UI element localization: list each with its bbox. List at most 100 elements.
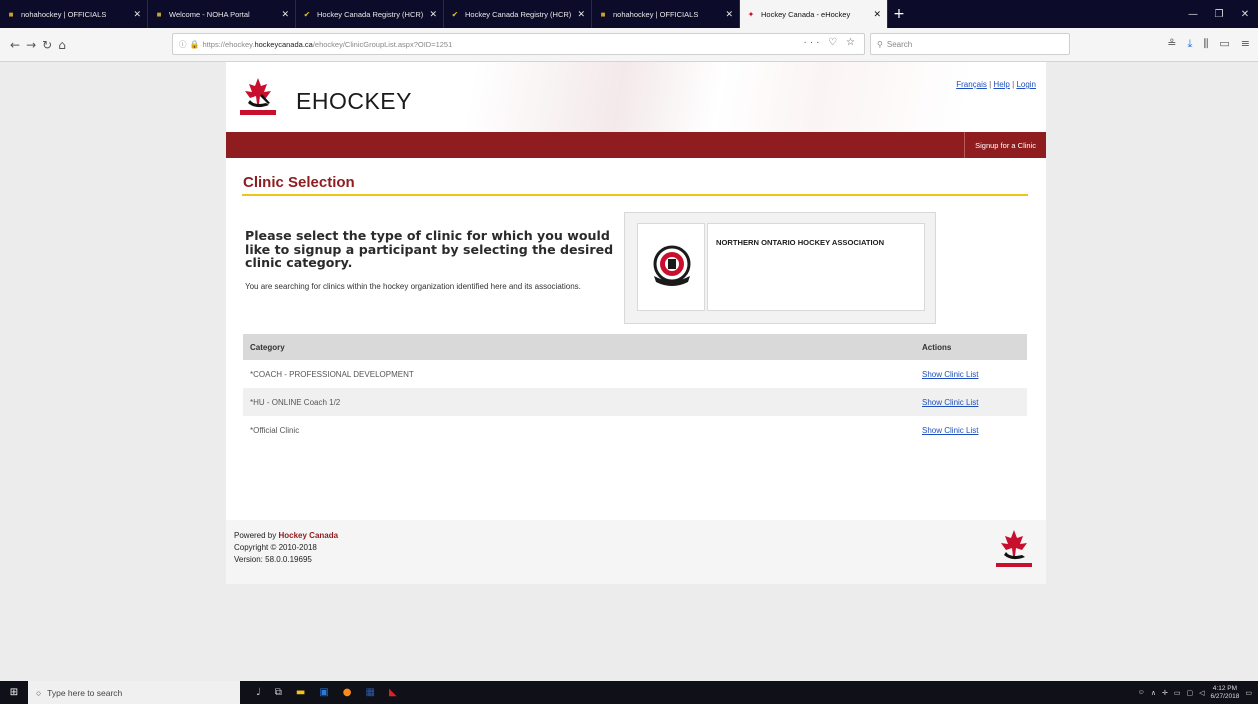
close-tab-icon[interactable]: ✕: [725, 9, 733, 20]
file-explorer-icon[interactable]: ▬: [296, 687, 305, 698]
tab-title: Hockey Canada Registry (HCR): [317, 9, 424, 19]
back-icon[interactable]: ←: [10, 38, 20, 52]
reload-icon[interactable]: ↻: [42, 38, 52, 52]
hockey-favicon-icon: ■: [156, 9, 162, 19]
footer-text: Powered by Hockey Canada Copyright © 201…: [234, 530, 338, 566]
show-clinic-list-link[interactable]: Show Clinic List: [922, 398, 978, 407]
browser-nav-bar: ← → ↻ ⌂ ⓘ 🔒 https://ehockey. hockeycanad…: [0, 28, 1258, 62]
browser-tab[interactable]: ■ nohahockey | OFFICIALS ✕: [0, 0, 148, 28]
sidebar-icon[interactable]: ▭: [1219, 37, 1229, 51]
tab-title: nohahockey | OFFICIALS: [21, 9, 107, 19]
new-tab-button[interactable]: +: [888, 0, 910, 28]
close-tab-icon[interactable]: ✕: [281, 9, 289, 20]
noha-crest-icon: [653, 245, 691, 286]
close-tab-icon[interactable]: ✕: [577, 9, 585, 20]
browser-tab[interactable]: ✔ Hockey Canada Registry (HCR) ✕: [296, 0, 444, 28]
category-header: Category: [250, 342, 285, 352]
tab-title: nohahockey | OFFICIALS: [613, 9, 699, 19]
powered-by-name: Hockey Canada: [278, 531, 339, 540]
francais-link[interactable]: Français: [956, 80, 987, 89]
url-bar[interactable]: ⓘ 🔒 https://ehockey. hockeycanada.ca /eh…: [172, 33, 865, 55]
category-cell: *HU - ONLINE Coach 1/2: [250, 397, 341, 407]
volume-icon[interactable]: ◁: [1199, 689, 1204, 697]
tab-title: Hockey Canada - eHockey: [761, 9, 851, 19]
chat-icon[interactable]: ▢: [1186, 689, 1193, 697]
hockey-canada-logo-icon[interactable]: [236, 76, 280, 118]
close-tab-icon[interactable]: ✕: [429, 9, 437, 20]
table-header: Category Actions: [243, 334, 1027, 360]
library-icon[interactable]: ⫼: [1203, 37, 1208, 51]
browser-tab[interactable]: ✔ Hockey Canada Registry (HCR) ✕: [444, 0, 592, 28]
close-tab-icon[interactable]: ✕: [133, 9, 141, 20]
powered-by-label: Powered by: [234, 531, 277, 540]
ehockey-brand: EHOCKEY: [296, 88, 412, 114]
browser-tab[interactable]: ■ Welcome - NOHA Portal ✕: [148, 0, 296, 28]
organization-panel: NORTHERN ONTARIO HOCKEY ASSOCIATION: [624, 212, 936, 324]
task-view-icon[interactable]: ⧉: [275, 687, 282, 698]
taskbar-apps: ♩ ⧉ ▬ ▣ ● ▦ ◣: [256, 687, 397, 698]
search-placeholder: Search: [886, 39, 913, 49]
version-text: Version: 58.0.0.19695: [234, 555, 312, 564]
login-link[interactable]: Login: [1016, 80, 1036, 89]
organization-name: NORTHERN ONTARIO HOCKEY ASSOCIATION: [716, 238, 885, 247]
network-icon[interactable]: ✛: [1162, 689, 1168, 697]
page-container: EHOCKEY Français | Help | Login Signup f…: [226, 62, 1046, 584]
instruction-text: You are searching for clinics within the…: [245, 282, 581, 291]
category-cell: *COACH - PROFESSIONAL DEVELOPMENT: [250, 369, 414, 379]
search-icon: ⚲: [877, 39, 883, 49]
page-title: Clinic Selection: [243, 174, 355, 191]
people-icon[interactable]: ☺: [1138, 689, 1145, 696]
lock-icon: 🔒: [189, 39, 200, 49]
taskbar-search-placeholder: Type here to search: [47, 687, 123, 698]
battery-icon[interactable]: ▭: [1174, 689, 1181, 697]
hcr-favicon-icon: ✔: [303, 9, 311, 19]
word-icon[interactable]: ▦: [366, 687, 375, 698]
menu-icon[interactable]: ≡: [1241, 37, 1250, 51]
window-controls: — ❐ ✕: [1180, 0, 1258, 28]
table-row: *HU - ONLINE Coach 1/2 Show Clinic List: [243, 388, 1027, 416]
signup-clinic-button[interactable]: Signup for a Clinic: [964, 132, 1046, 158]
instruction-heading: Please select the type of clinic for whi…: [245, 228, 614, 270]
url-actions[interactable]: ··· ♡ ☆: [804, 37, 858, 48]
url-prefix: https://ehockey.: [202, 39, 255, 49]
acrobat-icon[interactable]: ◣: [389, 687, 397, 698]
help-link[interactable]: Help: [993, 80, 1009, 89]
nav-buttons: ← → ↻ ⌂: [0, 38, 172, 52]
site-header: EHOCKEY Français | Help | Login: [226, 62, 1046, 132]
home-icon[interactable]: ⌂: [58, 38, 66, 52]
browser-tab-bar: ■ nohahockey | OFFICIALS ✕ ■ Welcome - NOHA…: [0, 0, 1258, 28]
main-nav-bar: Signup for a Clinic: [226, 132, 1046, 158]
hcr-favicon-icon: ✔: [451, 9, 459, 19]
sync-icon[interactable]: ≗: [1167, 37, 1176, 51]
taskbar-search[interactable]: ○ Type here to search: [28, 681, 240, 704]
close-tab-icon[interactable]: ✕: [873, 9, 881, 20]
restore-icon[interactable]: ❐: [1206, 9, 1232, 20]
windows-taskbar: ⊞ ○ Type here to search ♩ ⧉ ▬ ▣ ● ▦ ◣ ☺ …: [0, 681, 1258, 704]
url-host: hockeycanada.ca: [254, 39, 313, 49]
cortana-icon: ○: [36, 687, 42, 698]
download-icon[interactable]: ⤓: [1187, 37, 1192, 51]
browser-tab[interactable]: ■ nohahockey | OFFICIALS ✕: [592, 0, 740, 28]
chevron-up-icon[interactable]: ∧: [1151, 689, 1156, 697]
site-footer: Powered by Hockey Canada Copyright © 201…: [226, 520, 1046, 584]
organization-crest: [637, 223, 705, 311]
show-clinic-list-link[interactable]: Show Clinic List: [922, 426, 978, 435]
info-icon[interactable]: ⓘ: [179, 39, 187, 50]
forward-icon[interactable]: →: [26, 38, 36, 52]
taskbar-clock[interactable]: 4:12 PM 6/27/2018: [1210, 685, 1239, 701]
system-tray: ☺ ∧ ✛ ▭ ▢ ◁ 4:12 PM 6/27/2018 ▭: [1138, 681, 1252, 704]
tab-title: Hockey Canada Registry (HCR): [465, 9, 572, 19]
microphone-icon[interactable]: ♩: [256, 687, 261, 698]
windows-start-icon[interactable]: ⊞: [0, 687, 28, 698]
top-links: Français | Help | Login: [956, 80, 1036, 89]
firefox-icon[interactable]: ●: [343, 687, 352, 698]
title-divider: [242, 194, 1028, 196]
hockey-favicon-icon: ■: [600, 9, 606, 19]
outlook-icon[interactable]: ▣: [319, 687, 328, 698]
browser-tab-active[interactable]: ✦ Hockey Canada - eHockey ✕: [740, 0, 888, 28]
minimize-icon[interactable]: —: [1180, 9, 1206, 20]
search-bar[interactable]: ⚲ Search: [870, 33, 1070, 55]
show-clinic-list-link[interactable]: Show Clinic List: [922, 370, 978, 379]
close-window-icon[interactable]: ✕: [1232, 9, 1258, 20]
notifications-icon[interactable]: ▭: [1245, 689, 1252, 697]
